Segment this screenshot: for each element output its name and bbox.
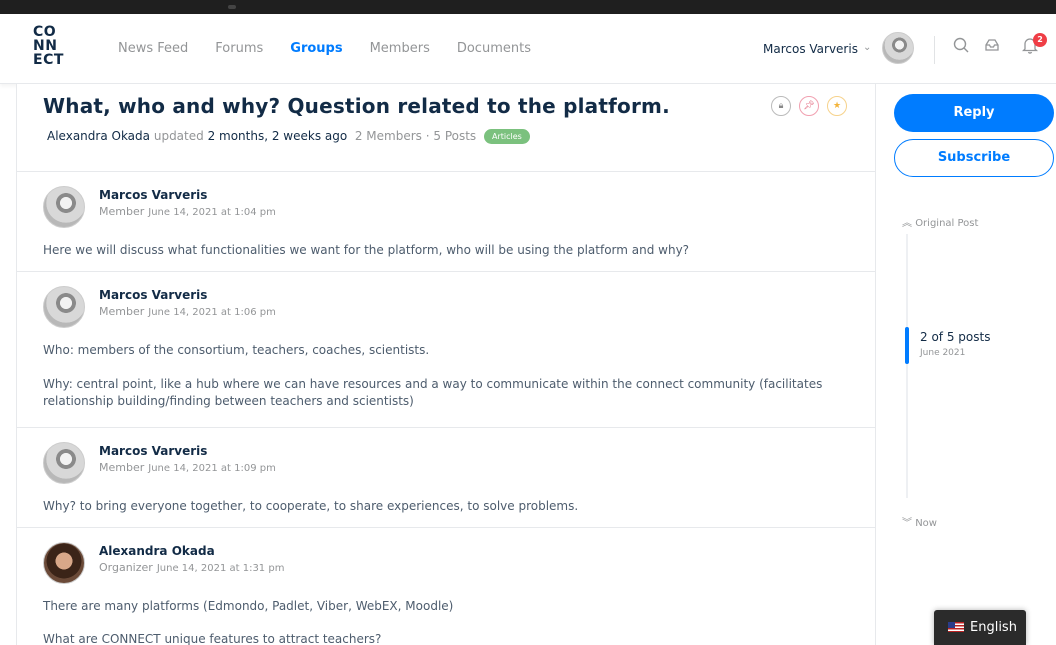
notification-badge: 2 bbox=[1033, 33, 1047, 47]
reply-meta: Member June 14, 2021 at 1:09 pm bbox=[99, 461, 276, 474]
timeline-original-post[interactable]: ︽ Original Post bbox=[902, 214, 978, 229]
nav-documents[interactable]: Documents bbox=[457, 41, 531, 56]
reply-text: Here we will discuss what functionalitie… bbox=[43, 243, 690, 257]
avatar[interactable] bbox=[43, 542, 85, 584]
reply-date: June 14, 2021 at 1:31 pm bbox=[156, 563, 285, 574]
avatar[interactable] bbox=[43, 286, 85, 328]
topic-header: What, who and why? Question related to t… bbox=[17, 84, 876, 172]
reply-author[interactable]: Marcos Varveris bbox=[99, 444, 207, 458]
reply-text: What are CONNECT unique features to attr… bbox=[43, 632, 382, 645]
chevron-down-icon: ︾ bbox=[902, 518, 912, 529]
star-icon: ★ bbox=[827, 96, 847, 116]
subscribe-button[interactable]: Subscribe bbox=[894, 139, 1054, 177]
reply-meta: Member June 14, 2021 at 1:04 pm bbox=[99, 205, 276, 218]
discussion-main: What, who and why? Question related to t… bbox=[16, 84, 876, 645]
topic-tag[interactable]: Articles bbox=[484, 129, 530, 144]
reply-role: Organizer bbox=[99, 561, 153, 574]
reply-date: June 14, 2021 at 1:09 pm bbox=[148, 463, 276, 474]
nav-groups[interactable]: Groups bbox=[290, 41, 342, 56]
reply-date: June 14, 2021 at 1:06 pm bbox=[148, 307, 276, 318]
timeline-top-label: Original Post bbox=[915, 218, 979, 229]
timeline-bottom-label: Now bbox=[915, 518, 937, 529]
reply-item: Alexandra Okada Organizer June 14, 2021 a… bbox=[17, 528, 876, 645]
reply-text: Why: central point, like a hub where we … bbox=[43, 377, 823, 391]
reply-meta: Organizer June 14, 2021 at 1:31 pm bbox=[99, 561, 284, 574]
lock-icon: 🔒︎ bbox=[771, 96, 791, 116]
updated-label: updated bbox=[153, 129, 204, 143]
timeline-now[interactable]: ︾ Now bbox=[902, 514, 937, 529]
reply-author[interactable]: Marcos Varveris bbox=[99, 288, 207, 302]
chevron-down-icon[interactable]: ⌄ bbox=[863, 42, 871, 53]
reply-item: Marcos Varveris Member June 14, 2021 at 1… bbox=[17, 428, 876, 528]
nav-members[interactable]: Members bbox=[370, 41, 430, 56]
topic-title: What, who and why? Question related to t… bbox=[43, 94, 670, 118]
reply-role: Member bbox=[99, 305, 145, 318]
reply-text: Who: members of the consortium, teachers… bbox=[43, 343, 430, 357]
topic-stats: 2 Members · 5 Posts bbox=[354, 129, 477, 143]
reply-text: relationship building/finding between te… bbox=[43, 394, 414, 408]
topic-sidebar: Reply Subscribe ︽ Original Post 2 of 5 p… bbox=[876, 84, 1056, 645]
reply-text: There are many platforms (Edmondo, Padle… bbox=[43, 599, 454, 613]
reply-text: Why? to bring everyone together, to coop… bbox=[43, 499, 579, 513]
reply-item: Marcos Varveris Member June 14, 2021 at 1… bbox=[17, 172, 876, 272]
timeline-track[interactable] bbox=[906, 234, 908, 498]
updated-time[interactable]: 2 months, 2 weeks ago bbox=[208, 129, 348, 143]
nav-news-feed[interactable]: News Feed bbox=[118, 41, 188, 56]
pin-icon: 📌︎ bbox=[799, 96, 819, 116]
reply-item: Marcos Varveris Member June 14, 2021 at 1… bbox=[17, 272, 876, 428]
reply-author[interactable]: Alexandra Okada bbox=[99, 544, 215, 558]
reply-meta: Member June 14, 2021 at 1:06 pm bbox=[99, 305, 276, 318]
topic-author[interactable]: Alexandra Okada bbox=[47, 129, 150, 143]
nav-divider bbox=[934, 36, 935, 64]
language-label: English bbox=[970, 620, 1017, 635]
main-menu: News Feed Forums Groups Members Document… bbox=[118, 41, 558, 56]
user-menu-name[interactable]: Marcos Varveris bbox=[763, 42, 858, 56]
search-icon[interactable] bbox=[953, 37, 969, 53]
reply-button[interactable]: Reply bbox=[894, 94, 1054, 132]
reply-role: Member bbox=[99, 205, 145, 218]
user-avatar[interactable] bbox=[882, 32, 914, 64]
topic-status-icons: 🔒︎ 📌︎ ★ bbox=[771, 96, 847, 116]
reply-role: Member bbox=[99, 461, 145, 474]
reply-date: June 14, 2021 at 1:04 pm bbox=[148, 207, 276, 218]
chevron-up-icon: ︽ bbox=[902, 218, 912, 229]
timeline-handle[interactable] bbox=[905, 327, 909, 364]
us-flag-icon bbox=[948, 622, 964, 632]
timeline-current: 2 of 5 posts bbox=[920, 330, 991, 344]
avatar[interactable] bbox=[43, 186, 85, 228]
browser-top-strip bbox=[0, 0, 1056, 14]
avatar[interactable] bbox=[43, 442, 85, 484]
connect-logo[interactable]: CO NN ECT bbox=[33, 25, 73, 68]
nav-forums[interactable]: Forums bbox=[215, 41, 263, 56]
topic-meta: Alexandra Okada updated 2 months, 2 week… bbox=[47, 129, 530, 144]
reply-author[interactable]: Marcos Varveris bbox=[99, 188, 207, 202]
inbox-icon[interactable] bbox=[984, 37, 1000, 53]
language-switcher[interactable]: English bbox=[934, 610, 1026, 645]
top-navigation: CO NN ECT News Feed Forums Groups Member… bbox=[0, 14, 1056, 84]
timeline-date: June 2021 bbox=[920, 348, 966, 358]
